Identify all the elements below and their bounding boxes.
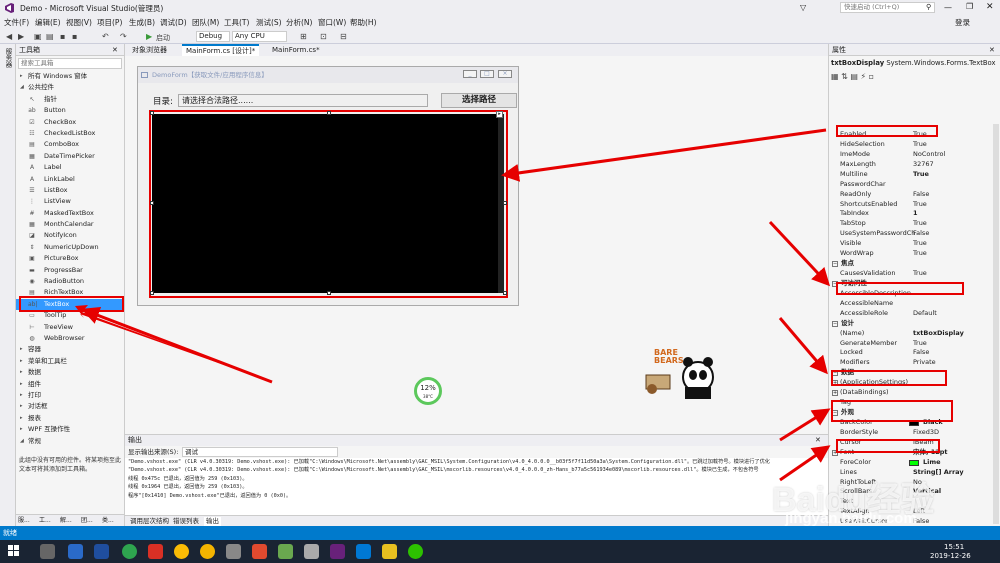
highlight-box-font-forecolor bbox=[831, 400, 953, 422]
annotation-arrow bbox=[75, 305, 273, 384]
annotation-arrow bbox=[778, 317, 828, 375]
annotation-arrow bbox=[501, 128, 827, 182]
annotation-arrow bbox=[779, 445, 831, 482]
highlight-box-scrollbars bbox=[836, 439, 940, 453]
annotation-arrow bbox=[768, 220, 831, 287]
highlight-box-name bbox=[836, 282, 964, 295]
highlight-box-toolbox-textbox bbox=[19, 296, 124, 312]
highlight-box-backcolor bbox=[831, 370, 947, 386]
highlight-box-multiline bbox=[836, 125, 938, 137]
annotation-arrow bbox=[779, 408, 831, 442]
